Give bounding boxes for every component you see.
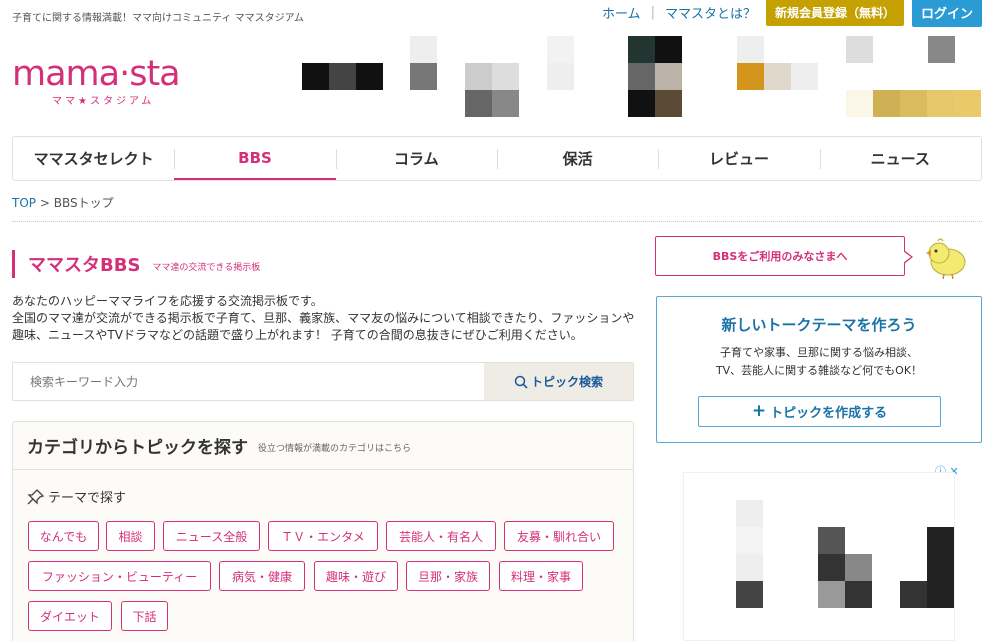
nav-mamasta-select[interactable]: ママスタセレクト xyxy=(13,137,174,180)
tag-item[interactable]: ファッション・ビューティー xyxy=(28,561,211,591)
page-title: ママスタBBS xyxy=(28,255,141,276)
create-topic-label: トピックを作成する xyxy=(770,406,888,421)
tag-item[interactable]: 病気・健康 xyxy=(219,561,305,591)
theme-label-text: テーマで探す xyxy=(48,491,127,506)
create-topic-button[interactable]: + トピックを作成する xyxy=(698,396,941,427)
tag-item[interactable]: 相談 xyxy=(106,521,155,551)
search-button[interactable]: トピック検索 xyxy=(484,363,633,400)
logo-subtitle: ママ★スタジアム xyxy=(52,96,155,107)
ad-banner[interactable] xyxy=(300,36,984,118)
sidebar-ad[interactable] xyxy=(683,472,955,641)
search-input[interactable] xyxy=(30,374,484,389)
category-panel: カテゴリからトピックを探す 役立つ情報が満載のカテゴリはこちら テーマで探す な… xyxy=(12,421,634,641)
about-link[interactable]: ママスタとは？ xyxy=(665,3,756,22)
category-subtitle: 役立つ情報が満載のカテゴリはこちら xyxy=(258,444,412,454)
nav-news[interactable]: ニュース xyxy=(819,137,981,180)
breadcrumb-sep: > xyxy=(39,196,50,210)
bird-icon xyxy=(926,238,966,280)
intro-text: あなたのハッピーママライフを応援する交流掲示板です。 全国のママ達が交流ができる… xyxy=(12,293,637,344)
new-topic-desc-line: TV、芸能人に関する雑談など何でもOK！ xyxy=(715,364,923,377)
login-button[interactable]: ログイン xyxy=(911,0,982,27)
search-field xyxy=(13,363,484,400)
register-button[interactable]: 新規会員登録（無料） xyxy=(765,0,904,26)
tag-item[interactable]: 友募・馴れ合い xyxy=(504,521,614,551)
tag-item[interactable]: 芸能人・有名人 xyxy=(386,521,496,551)
tag-item[interactable]: 下話 xyxy=(121,601,168,631)
search-box: トピック検索 xyxy=(12,362,634,401)
tag-item[interactable]: 料理・家事 xyxy=(499,561,583,591)
search-icon xyxy=(514,375,528,389)
breadcrumb-current: BBSトップ xyxy=(53,196,114,210)
new-topic-panel: 新しいトークテーマを作ろう 子育てや家事、旦那に関する悩み相談、 TV、芸能人に… xyxy=(656,296,982,443)
intro-line: あなたのハッピーママライフを応援する交流掲示板です。 xyxy=(12,294,323,308)
tag-item[interactable]: なんでも xyxy=(28,521,99,551)
divider xyxy=(12,221,982,222)
divider: | xyxy=(650,4,655,20)
nav-hokatsu[interactable]: 保活 xyxy=(496,137,658,180)
main-nav: ママスタセレクト BBS コラム 保活 レビュー ニュース xyxy=(12,136,982,181)
page-title-block: ママスタBBS ママ達の交流できる掲示板 xyxy=(12,250,260,278)
breadcrumb-top[interactable]: TOP xyxy=(12,196,36,210)
logo-wordmark: mama·sta xyxy=(12,54,181,94)
tag-item[interactable]: ＴＶ・エンタメ xyxy=(268,521,378,551)
theme-label: テーマで探す xyxy=(27,487,126,506)
tag-item[interactable]: 趣味・遊び xyxy=(314,561,398,591)
pin-icon xyxy=(27,488,45,505)
home-link[interactable]: ホーム xyxy=(602,3,641,22)
welcome-link[interactable]: BBSをご利用のみなさまへ xyxy=(655,236,913,276)
nav-column[interactable]: コラム xyxy=(335,137,497,180)
tag-item[interactable]: 旦那・家族 xyxy=(406,561,490,591)
nav-review[interactable]: レビュー xyxy=(658,137,819,180)
tag-item[interactable]: ダイエット xyxy=(28,601,112,631)
new-topic-desc-line: 子育てや家事、旦那に関する悩み相談、 xyxy=(720,346,918,359)
top-nav: ホーム | ママスタとは？ 新規会員登録（無料） ログイン xyxy=(602,0,982,27)
tagline: 子育てに関する情報満載！ママ向けコミュニティ ママスタジアム xyxy=(12,13,304,24)
plus-icon: + xyxy=(751,401,767,421)
category-title: カテゴリからトピックを探す xyxy=(27,438,248,458)
site-logo[interactable]: mama·sta ママ★スタジアム xyxy=(12,56,212,108)
new-topic-description: 子育てや家事、旦那に関する悩み相談、 TV、芸能人に関する雑談など何でもOK！ xyxy=(657,344,981,380)
intro-line: 全国のママ達が交流ができる掲示板で子育て、旦那、義家族、ママ友の悩みについて相談… xyxy=(12,311,635,342)
search-button-label: トピック検索 xyxy=(530,375,603,389)
page-subtitle: ママ達の交流できる掲示板 xyxy=(152,262,261,273)
tag-item[interactable]: ニュース全般 xyxy=(163,521,260,551)
breadcrumb: TOP > BBSトップ xyxy=(12,194,114,211)
nav-bbs[interactable]: BBS xyxy=(174,137,336,180)
new-topic-title: 新しいトークテーマを作ろう xyxy=(721,316,917,334)
category-header: カテゴリからトピックを探す 役立つ情報が満載のカテゴリはこちら xyxy=(13,422,633,470)
